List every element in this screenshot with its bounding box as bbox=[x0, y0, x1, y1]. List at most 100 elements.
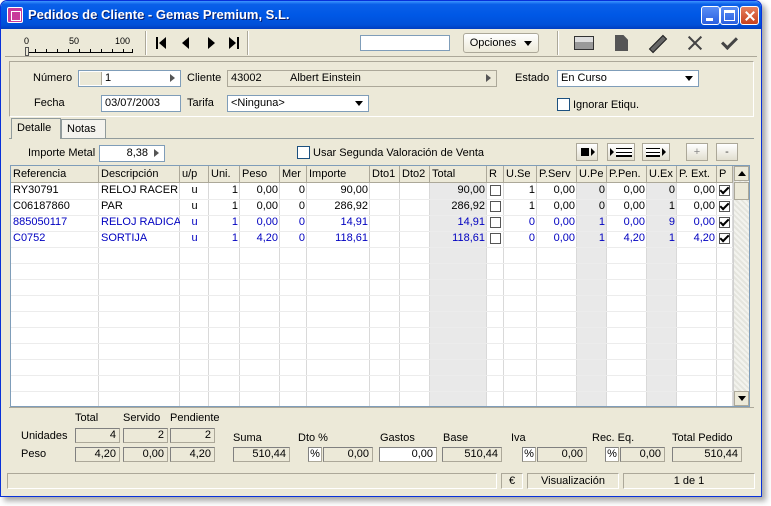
maximize-button[interactable] bbox=[720, 6, 739, 25]
table-row[interactable]: RY30791 RELOJ RACER u 1 0,00 0 90,00 90,00 1 0,00… bbox=[11, 183, 733, 199]
prev-record-button[interactable] bbox=[177, 33, 197, 53]
cell-pext[interactable]: 4,20 bbox=[677, 231, 717, 247]
rec-eq-pct-sign[interactable]: % bbox=[605, 447, 619, 462]
add-row-button[interactable]: + bbox=[686, 143, 708, 161]
pedido-checkbox[interactable] bbox=[719, 201, 730, 212]
cell-ppen[interactable]: 4,20 bbox=[607, 231, 647, 247]
cell-importe[interactable]: 14,91 bbox=[307, 215, 370, 231]
cell-use[interactable]: 1 bbox=[504, 199, 537, 215]
grid-vertical-scrollbar[interactable] bbox=[733, 166, 749, 406]
cell-ref[interactable]: RY30791 bbox=[11, 183, 99, 199]
zoom-slider[interactable]: 0 50 100 bbox=[24, 36, 133, 56]
cell-upe[interactable]: 1 bbox=[577, 215, 607, 231]
reserva-checkbox[interactable] bbox=[490, 201, 501, 212]
cell-uex[interactable]: 9 bbox=[647, 215, 677, 231]
cell-pext[interactable]: 0,00 bbox=[677, 215, 717, 231]
detail-grid[interactable]: Referencia Descripción u/p Uni. Peso Mer Impor… bbox=[10, 165, 750, 407]
cell-desc[interactable]: SORTIJA bbox=[99, 231, 180, 247]
remove-row-button[interactable]: - bbox=[716, 143, 738, 161]
column-header-r[interactable]: R bbox=[487, 166, 504, 183]
table-row[interactable]: C0752 SORTIJA u 1 4,20 0 118,61 118,61 0 0,00 1 4,2… bbox=[11, 231, 733, 247]
cell-total[interactable]: 90,00 bbox=[430, 183, 487, 199]
column-header-desc[interactable]: Descripción bbox=[99, 166, 180, 183]
numero-lookup-button[interactable] bbox=[166, 72, 179, 85]
tarifa-select[interactable]: <Ninguna> bbox=[227, 95, 369, 112]
cancel-button[interactable] bbox=[681, 32, 709, 54]
column-header-uex[interactable]: U.Ex bbox=[647, 166, 677, 183]
scroll-up-button[interactable] bbox=[734, 166, 749, 181]
column-header-upe[interactable]: U.Pe bbox=[577, 166, 607, 183]
tab-notas[interactable]: Notas bbox=[61, 119, 106, 138]
cliente-field[interactable]: 43002 Albert Einstein bbox=[227, 70, 497, 87]
gastos-field[interactable]: 0,00 bbox=[379, 447, 437, 462]
column-header-p[interactable]: P bbox=[717, 166, 733, 183]
reserva-checkbox[interactable] bbox=[490, 185, 501, 196]
column-header-total[interactable]: Total bbox=[430, 166, 487, 183]
reserva-checkbox[interactable] bbox=[490, 217, 501, 228]
pedido-checkbox[interactable] bbox=[719, 233, 730, 244]
cell-uni[interactable]: 1 bbox=[209, 215, 240, 231]
table-row[interactable]: C06187860 PAR u 1 0,00 0 286,92 286,92 1 0,00 0 0,0… bbox=[11, 199, 733, 215]
cell-upe[interactable]: 0 bbox=[577, 199, 607, 215]
cell-total[interactable]: 118,61 bbox=[430, 231, 487, 247]
column-header-peso[interactable]: Peso bbox=[240, 166, 280, 183]
cell-desc[interactable]: RELOJ RADICA bbox=[99, 215, 180, 231]
segunda-valoracion-checkbox[interactable] bbox=[297, 146, 310, 159]
cell-uex[interactable]: 1 bbox=[647, 199, 677, 215]
cell-upe[interactable]: 0 bbox=[577, 183, 607, 199]
cell-dto1[interactable] bbox=[370, 199, 400, 215]
cell-importe[interactable]: 286,92 bbox=[307, 199, 370, 215]
first-record-button[interactable] bbox=[153, 33, 173, 53]
cell-up[interactable]: u bbox=[180, 183, 209, 199]
cell-peso[interactable]: 0,00 bbox=[240, 199, 280, 215]
cell-pserv[interactable]: 0,00 bbox=[537, 215, 577, 231]
scroll-down-button[interactable] bbox=[734, 391, 749, 406]
cell-ppen[interactable]: 0,00 bbox=[607, 183, 647, 199]
list-menu-button[interactable] bbox=[642, 143, 670, 161]
column-header-mer[interactable]: Mer bbox=[280, 166, 307, 183]
table-row[interactable]: 885050117 RELOJ RADICA u 1 0,00 0 14,91 14,91 0 0… bbox=[11, 215, 733, 231]
cell-use[interactable]: 1 bbox=[504, 183, 537, 199]
column-header-uni[interactable]: Uni. bbox=[209, 166, 240, 183]
pedido-checkbox[interactable] bbox=[719, 217, 730, 228]
importe-metal-field[interactable]: 8,38 bbox=[99, 145, 165, 162]
scroll-thumb[interactable] bbox=[734, 182, 749, 200]
cell-dto2[interactable] bbox=[400, 199, 430, 215]
print-button[interactable] bbox=[569, 32, 597, 54]
search-input[interactable] bbox=[360, 35, 450, 51]
cell-uex[interactable]: 0 bbox=[647, 183, 677, 199]
accept-button[interactable] bbox=[718, 32, 746, 54]
cell-pext[interactable]: 0,00 bbox=[677, 199, 717, 215]
close-button[interactable] bbox=[740, 6, 759, 25]
chevron-down-icon[interactable] bbox=[352, 97, 367, 110]
estado-select[interactable]: En Curso bbox=[557, 70, 699, 87]
column-header-up[interactable]: u/p bbox=[180, 166, 209, 183]
dto-pct-sign[interactable]: % bbox=[308, 447, 322, 462]
next-record-button[interactable] bbox=[201, 33, 221, 53]
cell-uex[interactable]: 1 bbox=[647, 231, 677, 247]
cell-up[interactable]: u bbox=[180, 231, 209, 247]
pedido-checkbox[interactable] bbox=[719, 185, 730, 196]
cell-dto2[interactable] bbox=[400, 183, 430, 199]
cell-desc[interactable]: RELOJ RACER bbox=[99, 183, 180, 199]
cell-pext[interactable]: 0,00 bbox=[677, 183, 717, 199]
reserva-checkbox[interactable] bbox=[490, 233, 501, 244]
column-header-pserv[interactable]: P.Serv bbox=[537, 166, 577, 183]
column-header-pext[interactable]: P. Ext. bbox=[677, 166, 717, 183]
cell-importe[interactable]: 118,61 bbox=[307, 231, 370, 247]
chevron-down-icon[interactable] bbox=[682, 72, 697, 85]
zoom-slider-thumb[interactable] bbox=[25, 47, 29, 56]
cell-desc[interactable]: PAR bbox=[99, 199, 180, 215]
cell-mer[interactable]: 0 bbox=[280, 215, 307, 231]
last-record-button[interactable] bbox=[224, 33, 244, 53]
list-view-button[interactable] bbox=[607, 143, 635, 161]
cell-use[interactable]: 0 bbox=[504, 231, 537, 247]
cell-total[interactable]: 286,92 bbox=[430, 199, 487, 215]
cliente-lookup-button[interactable] bbox=[482, 72, 495, 85]
cell-ppen[interactable]: 0,00 bbox=[607, 215, 647, 231]
column-header-use[interactable]: U.Se bbox=[504, 166, 537, 183]
cell-up[interactable]: u bbox=[180, 199, 209, 215]
title-bar[interactable]: Pedidos de Cliente - Gemas Premium, S.L. bbox=[1, 1, 761, 29]
cell-dto1[interactable] bbox=[370, 215, 400, 231]
cell-peso[interactable]: 4,20 bbox=[240, 231, 280, 247]
